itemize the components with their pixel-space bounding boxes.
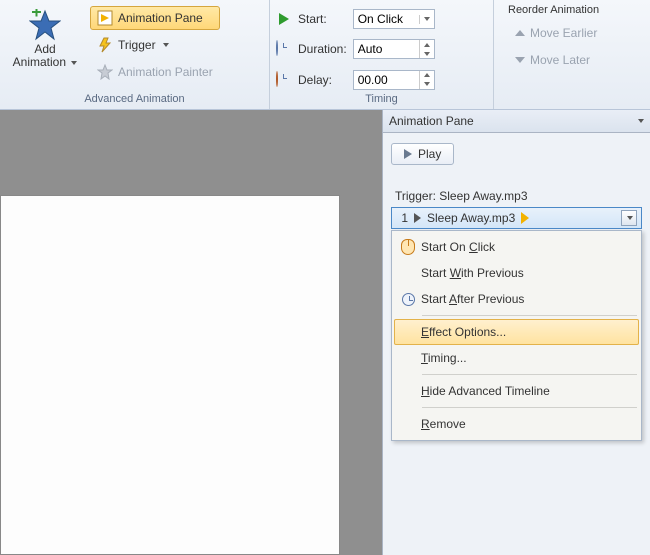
down-triangle-icon xyxy=(515,57,525,63)
menu-separator xyxy=(422,374,637,375)
spin-up-icon[interactable] xyxy=(420,40,434,49)
move-later-label: Move Later xyxy=(530,53,590,67)
pane-title-bar: Animation Pane xyxy=(383,110,650,133)
menu-start-on-click[interactable]: Start On Click xyxy=(394,234,639,260)
media-flag-icon xyxy=(521,212,529,224)
animation-painter-button[interactable]: Animation Painter xyxy=(90,60,220,84)
slide-area xyxy=(0,110,382,555)
chevron-down-icon[interactable] xyxy=(420,15,434,24)
start-value[interactable] xyxy=(354,12,412,26)
up-triangle-icon xyxy=(515,30,525,36)
delay-clock-icon xyxy=(276,72,292,88)
spin-up-icon[interactable] xyxy=(420,71,434,80)
lightning-icon xyxy=(97,37,113,53)
slide-canvas[interactable] xyxy=(0,195,340,555)
play-icon xyxy=(404,149,412,159)
trigger-header: Trigger: Sleep Away.mp3 xyxy=(391,187,642,205)
chevron-down-icon xyxy=(627,216,633,220)
trigger-label: Trigger xyxy=(118,38,156,52)
workspace: Animation Pane Play Trigger: Sleep Away.… xyxy=(0,110,650,555)
start-label: Start: xyxy=(298,12,347,26)
item-number: 1 xyxy=(396,211,408,225)
pane-dropdown-icon[interactable] xyxy=(638,119,644,123)
menu-hide-timeline[interactable]: Hide Advanced Timeline xyxy=(394,378,639,404)
move-later-button[interactable]: Move Later xyxy=(508,48,604,72)
add-animation-label: Add Animation xyxy=(13,43,78,69)
star-add-icon xyxy=(29,9,61,41)
duration-label: Duration: xyxy=(298,42,347,56)
menu-separator xyxy=(422,407,637,408)
painter-star-icon xyxy=(97,64,113,80)
spin-down-icon[interactable] xyxy=(420,80,434,89)
play-button[interactable]: Play xyxy=(391,143,454,165)
ribbon: Add Animation Animation Pane Trigger Ani… xyxy=(0,0,650,110)
menu-effect-options[interactable]: Effect Options... xyxy=(394,319,639,345)
menu-start-with-previous[interactable]: Start With Previous xyxy=(394,260,639,286)
menu-timing[interactable]: Timing... xyxy=(394,345,639,371)
group-label-timing: Timing xyxy=(276,93,487,107)
delay-value[interactable] xyxy=(354,73,412,87)
group-label-advanced: Advanced Animation xyxy=(6,93,263,107)
group-advanced-animation: Add Animation Animation Pane Trigger Ani… xyxy=(0,0,270,109)
add-animation-button[interactable]: Add Animation xyxy=(6,4,84,93)
clock-icon xyxy=(276,41,292,57)
play-icon xyxy=(276,11,292,27)
spin-down-icon[interactable] xyxy=(420,49,434,58)
chevron-down-icon xyxy=(71,61,77,65)
animation-pane-label: Animation Pane xyxy=(118,11,203,25)
play-label: Play xyxy=(418,147,441,161)
reorder-header: Reorder Animation xyxy=(508,4,604,16)
group-timing: Start: Duration: Delay: Timi xyxy=(270,0,494,109)
animation-pane-icon xyxy=(97,10,113,26)
duration-combo[interactable] xyxy=(353,39,435,59)
delay-combo[interactable] xyxy=(353,70,435,90)
trigger-button[interactable]: Trigger xyxy=(90,33,220,57)
duration-value[interactable] xyxy=(354,42,412,56)
animation-pane: Animation Pane Play Trigger: Sleep Away.… xyxy=(382,110,650,555)
move-earlier-label: Move Earlier xyxy=(530,26,597,40)
context-menu: Start On Click Start With Previous Start… xyxy=(391,230,642,441)
pane-title: Animation Pane xyxy=(389,114,474,128)
menu-remove[interactable]: Remove xyxy=(394,411,639,437)
start-combo[interactable] xyxy=(353,9,435,29)
item-dropdown-button[interactable] xyxy=(621,210,637,226)
delay-label: Delay: xyxy=(298,73,347,87)
move-earlier-button[interactable]: Move Earlier xyxy=(508,21,604,45)
item-name: Sleep Away.mp3 xyxy=(427,211,515,225)
chevron-down-icon xyxy=(163,43,169,47)
mouse-icon xyxy=(401,239,415,255)
clock-icon xyxy=(402,293,415,306)
menu-start-after-previous[interactable]: Start After Previous xyxy=(394,286,639,312)
play-triangle-icon xyxy=(414,213,421,223)
animation-painter-label: Animation Painter xyxy=(118,65,213,79)
menu-separator xyxy=(422,315,637,316)
animation-pane-button[interactable]: Animation Pane xyxy=(90,6,220,30)
animation-list-item[interactable]: 1 Sleep Away.mp3 xyxy=(391,207,642,229)
group-reorder: Reorder Animation Move Earlier Move Late… xyxy=(494,0,650,109)
